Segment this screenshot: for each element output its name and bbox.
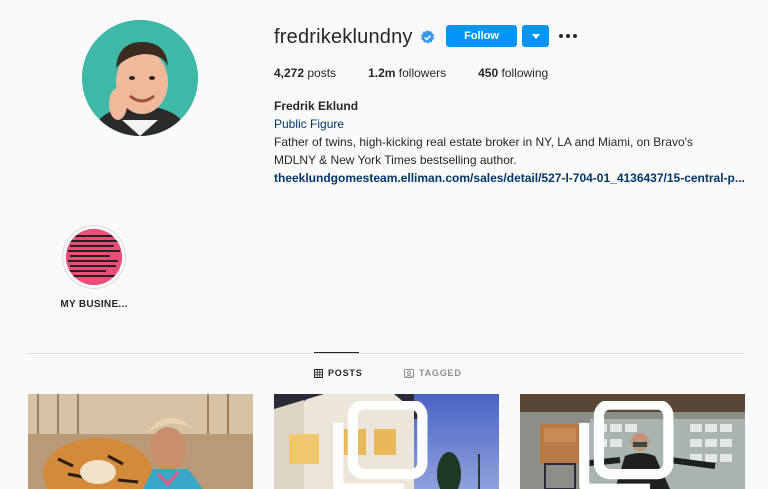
highlight-label: MY BUSINE... xyxy=(60,299,128,310)
bio-line-2: MDLNY & New York Times bestselling autho… xyxy=(274,153,517,167)
grid-icon xyxy=(314,368,323,378)
more-dots-icon xyxy=(559,34,577,38)
chevron-down-icon xyxy=(531,33,540,39)
story-highlight[interactable]: MY BUSINE... xyxy=(60,225,128,310)
profile-avatar[interactable] xyxy=(82,20,198,136)
tabs-divider xyxy=(28,353,744,354)
tagged-icon xyxy=(404,368,414,378)
profile-bio: Fredrik Eklund Public Figure Father of t… xyxy=(274,97,754,187)
following-stat[interactable]: 450 following xyxy=(478,66,548,80)
username: fredrikeklundny xyxy=(274,25,413,48)
full-name: Fredrik Eklund xyxy=(274,99,359,113)
tab-tagged[interactable]: TAGGED xyxy=(404,368,462,378)
tab-tagged-label: TAGGED xyxy=(419,368,462,378)
followers-stat[interactable]: 1.2m followers xyxy=(368,66,446,80)
post-thumbnail[interactable] xyxy=(28,394,253,489)
followers-count: 1.2m xyxy=(368,66,396,80)
carousel-icon xyxy=(333,401,428,489)
highlight-ring xyxy=(62,225,126,289)
active-tab-indicator xyxy=(314,352,359,353)
follow-button[interactable]: Follow xyxy=(446,25,517,47)
profile-tabs: POSTS TAGGED xyxy=(0,368,768,382)
carousel-icon xyxy=(579,401,674,489)
following-label: following xyxy=(501,66,549,80)
profile-link[interactable]: theeklundgomesteam.elliman.com/sales/det… xyxy=(274,169,744,187)
posts-stat: 4,272 posts xyxy=(274,66,336,80)
bio-line-1: Father of twins, high-kicking real estat… xyxy=(274,135,693,149)
profile-category: Public Figure xyxy=(274,117,345,131)
posts-count: 4,272 xyxy=(274,66,305,80)
followers-label: followers xyxy=(398,66,447,80)
more-options-button[interactable] xyxy=(557,25,579,47)
posts-label: posts xyxy=(307,66,337,80)
suggested-accounts-button[interactable] xyxy=(522,25,549,47)
following-count: 450 xyxy=(478,66,499,80)
verified-badge-icon xyxy=(420,29,435,45)
username-row: fredrikeklundny xyxy=(274,23,435,51)
profile-stats: 4,272 posts 1.2m followers 450 following xyxy=(274,66,580,80)
post-thumbnail[interactable] xyxy=(274,394,499,489)
post-thumbnail[interactable] xyxy=(520,394,745,489)
highlight-cover xyxy=(66,229,122,285)
tab-posts-label: POSTS xyxy=(328,368,363,378)
tab-posts[interactable]: POSTS xyxy=(314,368,363,378)
